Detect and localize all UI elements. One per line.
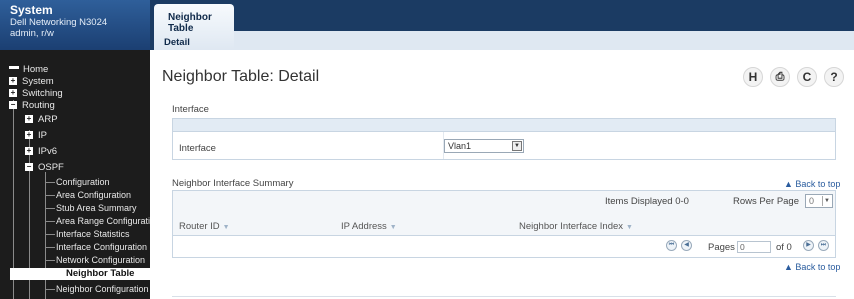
rows-per-page-label: Rows Per Page — [733, 196, 800, 207]
main-content: Neighbor Table: Detail H ⎙ C ? Interface… — [150, 50, 854, 299]
tree-branch — [45, 182, 55, 183]
question-icon[interactable]: ? — [824, 67, 844, 87]
sidebar-item-label: ARP — [38, 114, 58, 125]
page-input[interactable]: 0 — [737, 241, 771, 253]
sidebar-item-neighbor-configuration[interactable]: Neighbor Configuration — [56, 283, 149, 295]
expand-icon[interactable]: + — [9, 77, 17, 85]
expand-icon[interactable]: + — [25, 115, 33, 123]
sort-icon: ▼ — [626, 224, 633, 231]
chevron-down-icon[interactable]: ▼ — [822, 196, 831, 206]
divider — [173, 235, 835, 236]
interface-select-value: Vlan1 — [448, 141, 472, 151]
sidebar-item-interface-configuration[interactable]: Interface Configuration — [56, 241, 147, 253]
sidebar-item-label: IP — [38, 130, 47, 141]
back-to-top-link[interactable]: ▲ Back to top — [784, 179, 840, 189]
sidebar-item-label: Routing — [22, 100, 55, 111]
sidebar-item-home[interactable]: Home — [9, 64, 48, 75]
tree-branch — [45, 234, 55, 235]
sidebar-item-label: Switching — [22, 88, 63, 99]
tree-branch — [45, 208, 55, 209]
subtab-strip: Detail — [154, 31, 854, 50]
next-page-icon[interactable]: ▶ — [803, 240, 814, 251]
items-displayed: Items Displayed 0-0 — [605, 196, 689, 207]
sort-icon: ▼ — [222, 224, 230, 231]
sidebar-item-stub-area-summary[interactable]: Stub Area Summary — [56, 202, 137, 214]
refresh-icon[interactable]: C — [797, 67, 817, 87]
sidebar-item-ospf[interactable]: − OSPF — [25, 162, 64, 173]
tab-bar: Detail Neighbor Table Detail — [150, 0, 854, 50]
interface-section-header: Interface — [172, 104, 209, 115]
tree-branch — [45, 260, 55, 261]
column-neighbor-interface-index[interactable]: Neighbor Interface Index ▼ — [519, 221, 633, 232]
tree-branch — [45, 247, 55, 248]
print-icon[interactable]: ⎙ — [770, 67, 790, 87]
column-label: Router ID — [179, 221, 220, 232]
interface-label: Interface — [179, 143, 216, 154]
sidebar-item-ospf-configuration[interactable]: Configuration — [56, 176, 110, 188]
pages-label: Pages — [708, 242, 735, 253]
divider — [172, 296, 836, 297]
sidebar-item-routing[interactable]: − Routing — [9, 100, 55, 111]
interface-panel: Interface Vlan1 ▼ — [172, 118, 836, 160]
system-title: System — [10, 3, 53, 17]
page-title: Neighbor Table: Detail — [162, 68, 320, 85]
system-header: System Dell Networking N3024 admin, r/w — [0, 0, 150, 50]
sidebar-item-ip[interactable]: + IP — [25, 130, 47, 141]
sidebar-item-interface-statistics[interactable]: Interface Statistics — [56, 228, 130, 240]
chevron-down-icon[interactable]: ▼ — [512, 141, 522, 151]
column-label: Neighbor Interface Index — [519, 221, 624, 232]
user-label: admin, r/w — [10, 28, 54, 39]
tab-label: Neighbor Table — [168, 12, 212, 34]
panel-header-strip — [173, 119, 835, 131]
sidebar-item-label: System — [22, 76, 54, 87]
expand-icon[interactable]: + — [25, 147, 33, 155]
sort-icon: ▼ — [389, 224, 397, 231]
sidebar-item-neighbor-table[interactable]: Neighbor Table — [10, 268, 150, 280]
last-page-icon[interactable]: ⏭ — [818, 240, 829, 251]
tree-branch — [45, 221, 55, 222]
divider — [173, 131, 835, 132]
column-label: IP Address — [341, 221, 387, 232]
column-router-id[interactable]: Router ID ▼ — [179, 221, 230, 232]
sidebar-item-area-configuration[interactable]: Area Configuration — [56, 189, 131, 201]
help-icon[interactable]: H — [743, 67, 763, 87]
sidebar-item-network-configuration[interactable]: Network Configuration — [56, 254, 145, 266]
column-ip-address[interactable]: IP Address ▼ — [341, 221, 397, 232]
first-page-icon[interactable]: ⏮ — [666, 240, 677, 251]
tree-branch — [45, 289, 55, 290]
sidebar-item-area-range-configuration[interactable]: Area Range Configuration — [56, 215, 150, 227]
subtab-detail-label[interactable]: Detail — [164, 37, 190, 48]
interface-select[interactable]: Vlan1 ▼ — [444, 139, 524, 153]
home-icon — [9, 66, 19, 69]
summary-panel: Items Displayed 0-0 Rows Per Page 0 ▼ Ro… — [172, 190, 836, 258]
collapse-icon[interactable]: − — [25, 163, 33, 171]
sidebar-item-switching[interactable]: + Switching — [9, 88, 63, 99]
back-to-top-link-bottom[interactable]: ▲ Back to top — [784, 262, 840, 272]
summary-section-header: Neighbor Interface Summary — [172, 178, 294, 189]
sidebar-item-label: IPv6 — [38, 146, 58, 157]
expand-icon[interactable]: + — [9, 89, 17, 97]
rows-per-page-value: 0 — [809, 196, 815, 206]
sidebar-item-arp[interactable]: + ARP — [25, 114, 58, 125]
rows-per-page-select[interactable]: 0 ▼ — [805, 194, 833, 208]
tree-branch — [45, 195, 55, 196]
expand-icon[interactable]: + — [25, 131, 33, 139]
sidebar: System Dell Networking N3024 admin, r/w … — [0, 0, 150, 299]
sidebar-item-label: OSPF — [38, 162, 64, 173]
sidebar-item-system[interactable]: + System — [9, 76, 54, 87]
of-pages-label: of 0 — [776, 242, 792, 253]
sidebar-item-ipv6[interactable]: + IPv6 — [25, 146, 57, 157]
prev-page-icon[interactable]: ◀ — [681, 240, 692, 251]
collapse-icon[interactable]: − — [9, 101, 17, 109]
sidebar-item-label: Home — [23, 64, 49, 75]
device-name: Dell Networking N3024 — [10, 17, 108, 28]
